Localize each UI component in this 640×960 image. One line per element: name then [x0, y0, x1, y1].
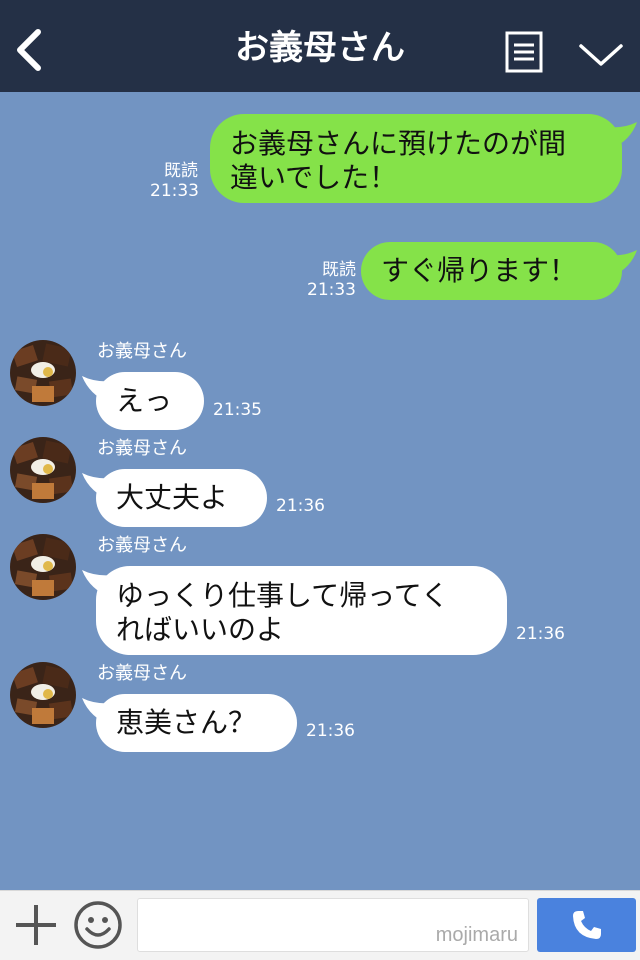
message-bubble[interactable]: 恵美さん？: [96, 694, 297, 752]
chevron-down-icon[interactable]: [578, 40, 624, 70]
avatar[interactable]: [10, 534, 76, 600]
read-receipt: 既読: [164, 161, 198, 181]
message-text: ればいいのよ: [116, 613, 285, 646]
message-status: 既読 21:33: [150, 161, 199, 201]
avatar[interactable]: [10, 662, 76, 728]
avatar[interactable]: [10, 340, 76, 406]
message-status: 既読 21:33: [300, 260, 356, 300]
call-button[interactable]: [537, 898, 636, 952]
message-text: 違いでした！: [230, 161, 398, 194]
message-time: 21:36: [276, 496, 325, 516]
message-text: お義母さんに預けたのが間: [230, 127, 567, 160]
chat-header: お義母さん: [0, 0, 640, 92]
chat-input-bar: mojimaru: [0, 890, 640, 960]
chat-screen: お義母さん 既読 21:33 お義母さんに預けたのが間 違いでした！ 既読 21…: [0, 0, 640, 960]
message-time: 21:36: [306, 721, 355, 741]
message-text: 恵美さん？: [116, 706, 257, 739]
plus-icon[interactable]: [14, 903, 58, 947]
message-bubble[interactable]: ゆっくり仕事して帰ってく ればいいのよ: [96, 566, 507, 655]
message-time: 21:33: [307, 280, 356, 300]
sender-name: お義母さん: [97, 438, 187, 459]
smiley-icon[interactable]: [72, 899, 124, 951]
message-text: ゆっくり仕事して帰ってく: [116, 579, 449, 612]
chat-title: お義母さん: [235, 28, 405, 68]
sender-name: お義母さん: [97, 663, 187, 684]
avatar[interactable]: [10, 437, 76, 503]
message-bubble[interactable]: お義母さんに預けたのが間 違いでした！: [210, 114, 622, 203]
sender-name: お義母さん: [97, 535, 187, 556]
message-time: 21:36: [516, 624, 565, 644]
message-bubble[interactable]: えっ: [96, 372, 204, 430]
message-bubble[interactable]: 大丈夫よ: [96, 469, 267, 527]
read-receipt: 既読: [322, 260, 356, 280]
message-text: えっ: [116, 384, 173, 417]
phone-icon: [573, 911, 601, 939]
message-time: 21:35: [213, 400, 262, 420]
message-bubble[interactable]: すぐ帰ります！: [361, 242, 622, 300]
watermark: mojimaru: [435, 924, 518, 946]
message-text: 大丈夫よ: [116, 481, 229, 514]
message-time: 21:33: [150, 181, 199, 201]
sender-name: お義母さん: [97, 341, 187, 362]
message-input[interactable]: mojimaru: [137, 898, 529, 952]
message-text: すぐ帰ります！: [381, 254, 578, 287]
note-list-icon[interactable]: [505, 31, 543, 73]
